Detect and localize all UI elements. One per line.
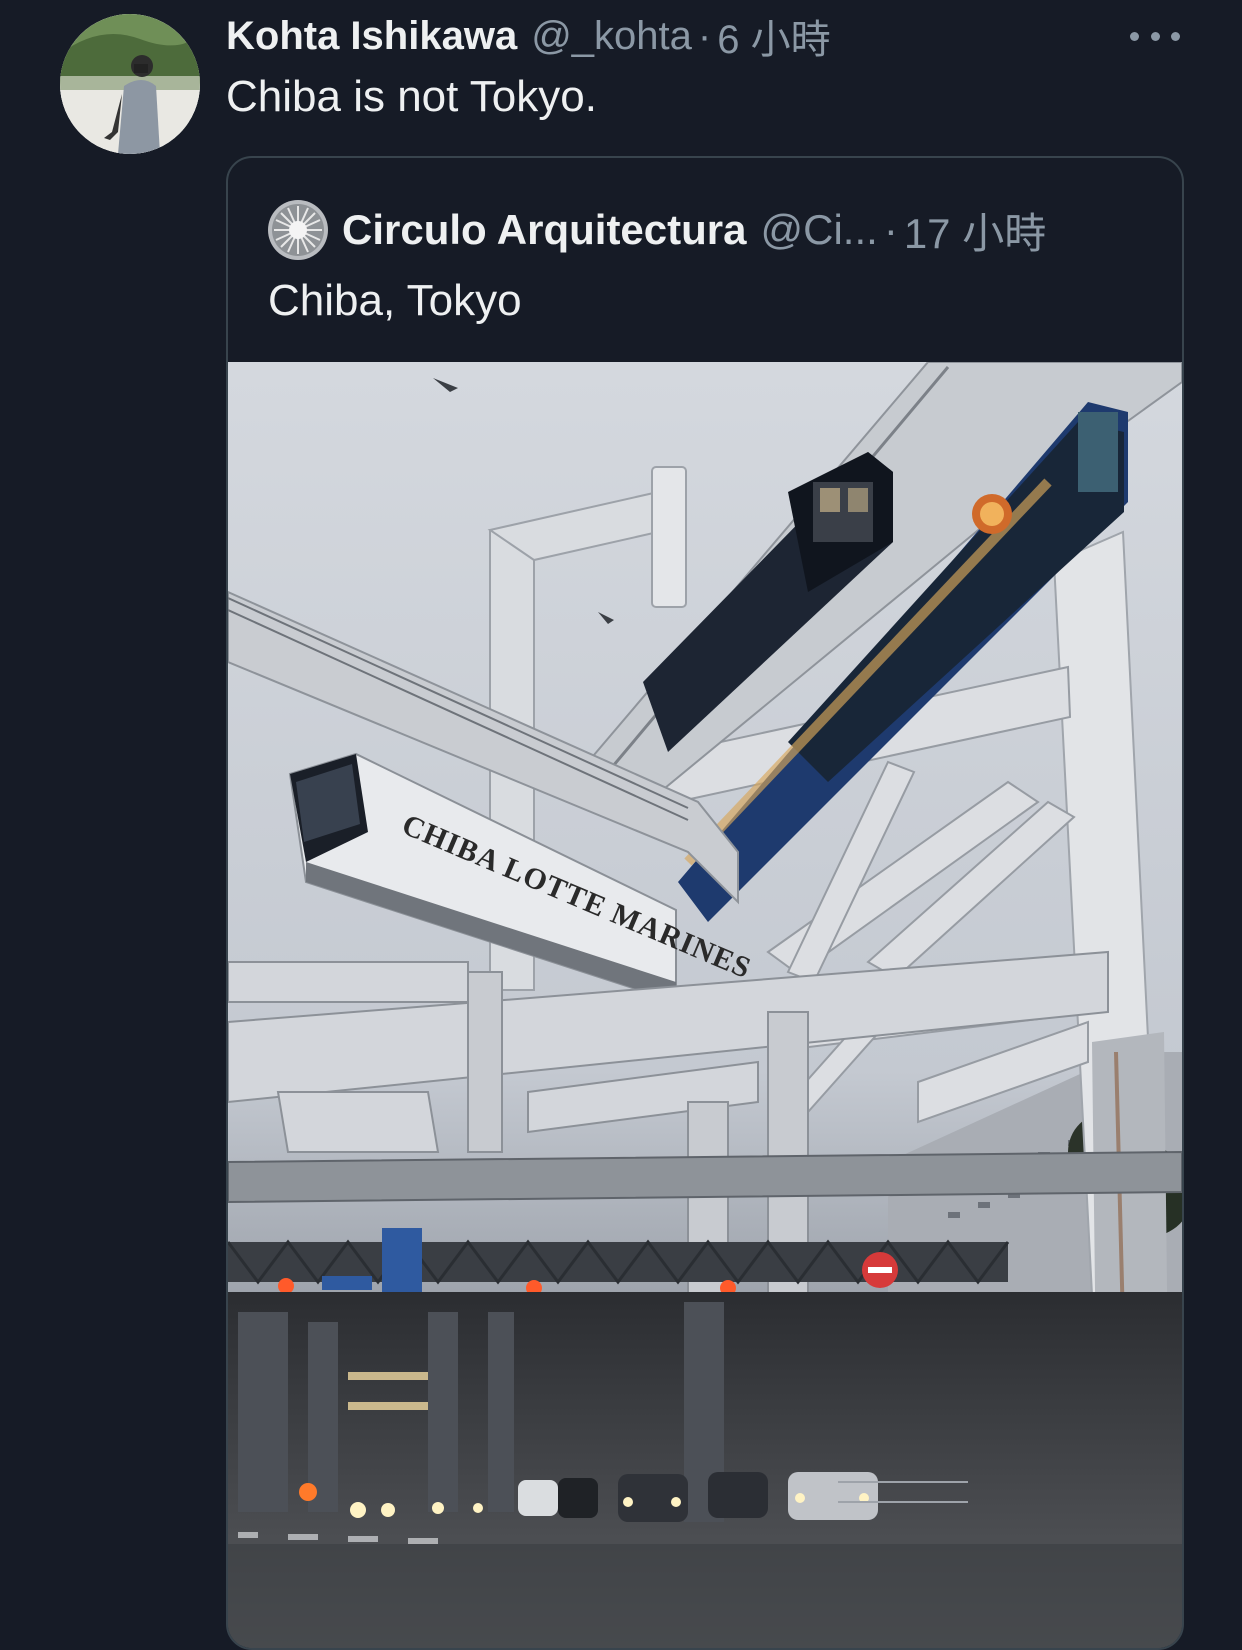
header-separator: · bbox=[697, 13, 712, 58]
more-dot bbox=[1130, 31, 1139, 41]
quoted-author-avatar[interactable] bbox=[268, 200, 328, 260]
tweet-timestamp[interactable]: 6 小時 bbox=[717, 7, 830, 65]
author-handle[interactable]: @_kohta bbox=[531, 14, 692, 59]
more-options-icon[interactable] bbox=[1130, 26, 1180, 46]
more-dot bbox=[1150, 31, 1160, 41]
quoted-header-separator: · bbox=[883, 206, 898, 253]
author-name[interactable]: Kohta Ishikawa bbox=[226, 14, 517, 59]
tweet-header: Kohta Ishikawa @_kohta · 6 小時 bbox=[226, 8, 831, 64]
quoted-author-name[interactable]: Circulo Arquitectura bbox=[342, 206, 747, 254]
more-dot bbox=[1171, 31, 1180, 41]
quoted-tweet-text: Chiba, Tokyo bbox=[268, 276, 522, 325]
quoted-tweet-card[interactable]: Circulo Arquitectura @Ci... · 17 小時 Chib… bbox=[226, 156, 1184, 1650]
quoted-tweet-timestamp[interactable]: 17 小時 bbox=[904, 200, 1046, 261]
avatar-image bbox=[60, 14, 200, 154]
quoted-author-handle[interactable]: @Ci... bbox=[761, 206, 878, 254]
quoted-avatar-image bbox=[268, 200, 328, 260]
monorail-photo: CHIBA LOTTE MARINES bbox=[228, 362, 1182, 1648]
author-avatar[interactable] bbox=[60, 14, 200, 154]
quoted-tweet-header: Circulo Arquitectura @Ci... · 17 小時 bbox=[342, 200, 1046, 260]
tweet-text: Chiba is not Tokyo. bbox=[226, 72, 597, 121]
quoted-tweet-photo[interactable]: CHIBA LOTTE MARINES bbox=[228, 362, 1182, 1648]
